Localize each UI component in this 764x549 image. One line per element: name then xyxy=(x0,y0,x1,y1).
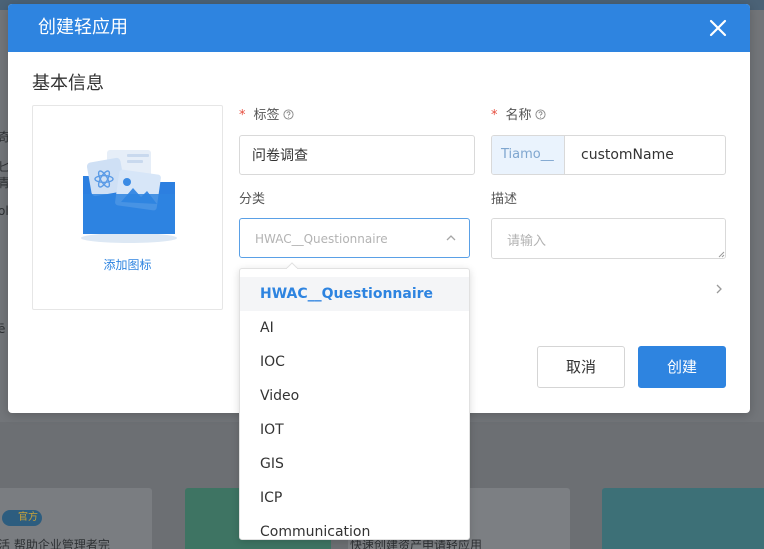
app-icon-placeholder-icon xyxy=(81,150,177,243)
background-official-badge: 官方 xyxy=(2,510,42,526)
resize-grip-icon[interactable] xyxy=(718,251,725,258)
tag-input[interactable] xyxy=(239,135,475,175)
name-label: * 名称 xyxy=(491,108,546,124)
required-mark: * xyxy=(491,108,498,123)
background-card-text: 活 帮助企业管理者完 xyxy=(0,538,110,549)
background-card xyxy=(602,488,764,549)
help-icon[interactable] xyxy=(534,109,546,120)
add-icon-link[interactable]: 添加图标 xyxy=(33,256,222,273)
category-option[interactable]: IOT xyxy=(240,413,469,447)
icon-upload-area[interactable]: 添加图标 xyxy=(32,105,223,310)
category-select-value: HWAC__Questionnaire xyxy=(255,232,388,246)
name-label-text: 名称 xyxy=(505,108,532,123)
tag-label-text: 标签 xyxy=(253,108,280,123)
description-input[interactable] xyxy=(491,218,726,259)
chevron-up-icon xyxy=(446,235,456,241)
name-input-group: Tiamo__ xyxy=(491,135,726,175)
category-option[interactable]: HWAC__Questionnaire xyxy=(240,277,469,311)
help-icon[interactable] xyxy=(282,109,294,120)
category-option[interactable]: ICP xyxy=(240,481,469,515)
name-input[interactable] xyxy=(566,136,725,174)
category-select[interactable]: HWAC__Questionnaire xyxy=(239,218,470,258)
category-option[interactable]: AI xyxy=(240,311,469,345)
category-option[interactable]: GIS xyxy=(240,447,469,481)
dialog-title: 创建轻应用 xyxy=(38,17,128,38)
category-label: 分类 xyxy=(239,192,266,207)
name-prefix: Tiamo__ xyxy=(492,136,565,174)
cancel-button[interactable]: 取消 xyxy=(537,346,625,388)
chevron-right-icon[interactable] xyxy=(714,283,724,295)
category-option[interactable]: IOC xyxy=(240,345,469,379)
tag-label: * 标签 xyxy=(239,108,294,124)
dropdown-caret xyxy=(286,262,298,269)
background-side-text: ē xyxy=(0,322,6,336)
description-label: 描述 xyxy=(491,192,518,207)
close-button[interactable] xyxy=(706,16,730,40)
dialog-header: 创建轻应用 xyxy=(8,4,750,52)
category-option[interactable]: Communication xyxy=(240,515,469,539)
close-icon xyxy=(709,19,727,37)
create-button[interactable]: 创建 xyxy=(638,346,726,388)
section-title: 基本信息 xyxy=(32,73,104,94)
category-option[interactable]: Video xyxy=(240,379,469,413)
required-mark: * xyxy=(239,108,246,123)
category-dropdown: HWAC__Questionnaire AI IOC Video IOT GIS… xyxy=(239,268,470,540)
